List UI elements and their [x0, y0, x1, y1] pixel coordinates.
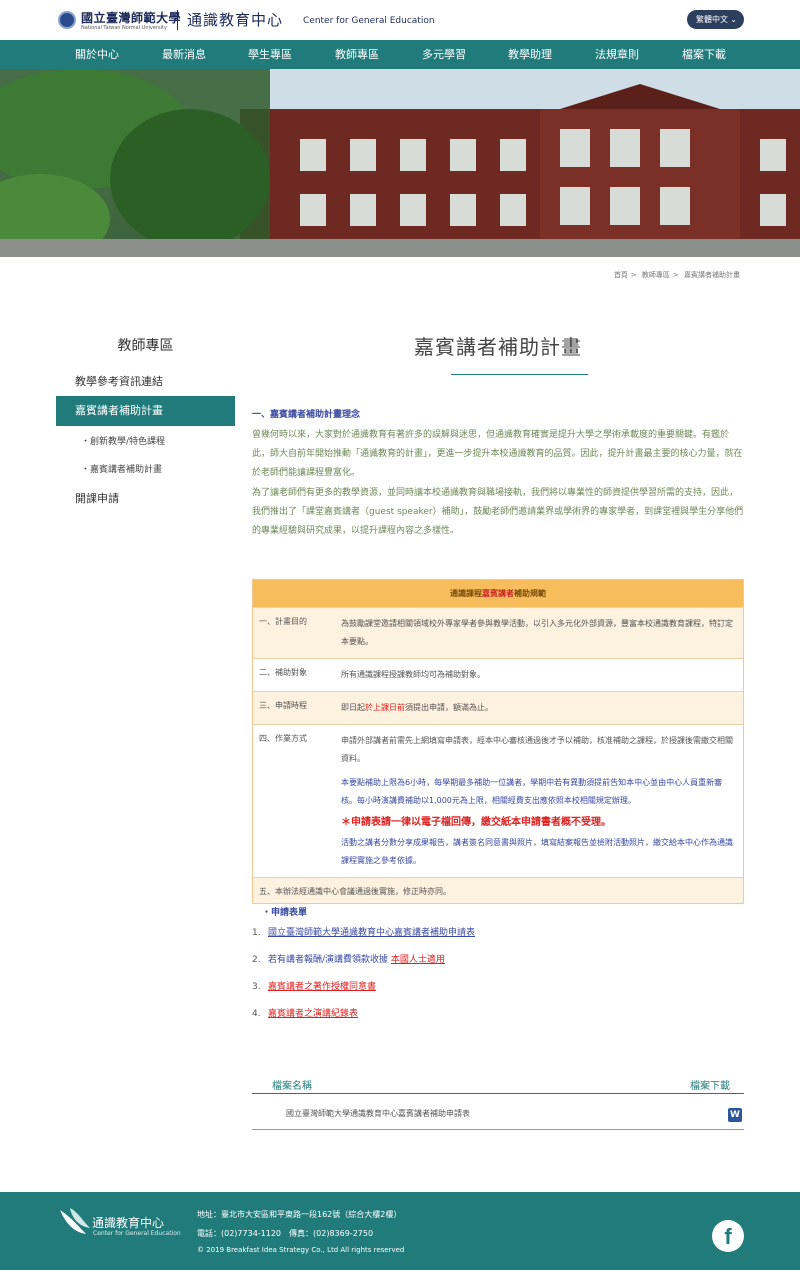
application-item: 1. 國立臺灣師範大學通識教育中心嘉賓講者補助申請表: [252, 925, 475, 938]
table-divider: [252, 1129, 744, 1130]
university-name[interactable]: 國立臺灣師範大學: [81, 9, 181, 26]
item-number: 4.: [252, 1009, 261, 1019]
footer-copyright: © 2019 Breakfast Idea Strategy Co., Ltd …: [197, 1246, 405, 1254]
language-label: 繁體中文: [696, 15, 728, 24]
logo-divider: [177, 10, 178, 30]
row-text-highlight: 於上課日前: [365, 703, 405, 712]
table-row: 五、本辦法經通識中心會議通過後實施，修正時亦同。: [253, 877, 743, 903]
subsidy-rules-table: 通識課程嘉賓講者補助規範 一、計畫目的 為鼓勵課堂邀請相關領域校外專家學者參與教…: [252, 579, 744, 904]
column-header-download: 檔案下載: [690, 1081, 730, 1092]
item-text: 若有講者報酬/演講費領款收據: [268, 955, 389, 965]
center-leaf-logo-icon[interactable]: [56, 1206, 94, 1238]
main-nav: 關於中心 最新消息 學生專區 教師專區 多元學習 教學助理 法規章則 檔案下載: [0, 40, 800, 69]
center-name[interactable]: 通識教育中心: [187, 9, 283, 30]
nav-item-about[interactable]: 關於中心: [75, 40, 119, 69]
section-heading: 一、嘉賓講者補助計畫理念: [252, 410, 361, 420]
receipt-form-link[interactable]: 本國人士適用: [391, 955, 445, 965]
site-header: 國立臺灣師範大學 National Taiwan Normal Universi…: [0, 0, 800, 40]
row-label: 一、計畫目的: [259, 617, 307, 626]
file-name: 國立臺灣師範大學通識教育中心嘉賓講者補助申請表: [286, 1109, 470, 1118]
application-item: 3. 嘉賓講者之著作授權同意書: [252, 979, 376, 992]
row-text: 申請外部講者前需先上網填寫申請表，經本中心審核通過後才予以補助，核准補助之課程，…: [341, 736, 733, 763]
row-label: 三、申請時程: [259, 701, 307, 710]
table-header-text: 補助規範: [514, 589, 546, 598]
table-header-highlight: 嘉賓講者: [482, 589, 514, 598]
copyright-consent-link[interactable]: 嘉賓講者之著作授權同意書: [268, 982, 376, 992]
breadcrumb-current: 嘉賓講者補助計畫: [684, 271, 740, 279]
row-content: 即日起於上課日前須提出申請，額滿為止。: [341, 692, 743, 724]
site-footer: 通識教育中心 Center for General Education 地址：臺…: [0, 1192, 800, 1270]
chevron-down-icon: ⌄: [730, 15, 737, 24]
row-text: 本要點補助上限為6小時，每學期最多補助一位講者，學期中若有異動須提前告知本中心並…: [341, 778, 723, 805]
word-icon[interactable]: W: [728, 1108, 742, 1122]
table-row: 一、計畫目的 為鼓勵課堂邀請相關領域校外專家學者參與教學活動，以引入多元化外部資…: [253, 607, 743, 658]
sidebar-item-course-application[interactable]: 開課申請: [56, 490, 235, 506]
page-title: 嘉賓講者補助計畫: [414, 335, 582, 359]
row-text: 即日起: [341, 703, 365, 712]
column-header-filename: 檔案名稱: [272, 1081, 312, 1092]
nav-item-students[interactable]: 學生專區: [248, 40, 292, 69]
table-header: 通識課程嘉賓講者補助規範: [253, 580, 743, 607]
sidebar-subitem-guest-speaker[interactable]: ・嘉賓講者補助計畫: [56, 462, 235, 475]
sidebar-subitem-label: 創新教學/特色課程: [90, 437, 166, 447]
nav-item-downloads[interactable]: 檔案下載: [682, 40, 726, 69]
table-row: 二、補助對象 所有通識課程授課教師均可為補助對象。: [253, 658, 743, 691]
lecture-record-link[interactable]: 嘉賓講者之演講紀錄表: [268, 1009, 358, 1019]
row-content: 所有通識課程授課教師均可為補助對象。: [341, 670, 485, 679]
row-label: 四、作業方式: [259, 734, 307, 743]
application-heading: ・申請表單: [262, 908, 308, 918]
footer-center-name: 通識教育中心: [92, 1216, 165, 1230]
intro-paragraph: 為了讓老師們有更多的教學資源，並同時讓本校通識教育與職場接軌，我們將以專業性的師…: [252, 488, 744, 536]
application-item: 4. 嘉賓講者之演講紀錄表: [252, 1006, 358, 1019]
item-number: 2.: [252, 955, 261, 965]
application-form-link[interactable]: 國立臺灣師範大學通識教育中心嘉賓講者補助申請表: [268, 928, 475, 938]
breadcrumb-teachers[interactable]: 教師專區: [642, 271, 670, 279]
footer-center-name-en: Center for General Education: [93, 1230, 181, 1237]
university-name-en: National Taiwan Normal University: [81, 25, 167, 31]
row-text: 活動之講者分數分享成果報告，講者簽名同意書與照片，填寫結案報告並檢附活動照片，繳…: [341, 838, 733, 865]
nav-item-news[interactable]: 最新消息: [162, 40, 206, 69]
breadcrumb: 首頁 > 教師專區 > 嘉賓講者補助計畫: [613, 271, 740, 279]
nav-item-learning[interactable]: 多元學習: [422, 40, 466, 69]
nav-item-regulations[interactable]: 法規章則: [595, 40, 639, 69]
row-label: 二、補助對象: [259, 668, 307, 677]
title-underline: [451, 374, 588, 375]
row-content: 申請外部講者前需先上網填寫申請表，經本中心審核通過後才予以補助，核准補助之課程，…: [341, 725, 743, 877]
language-selector[interactable]: 繁體中文 ⌄: [687, 10, 744, 29]
sidebar-title: 教師專區: [117, 338, 174, 354]
hero-banner-image: [0, 69, 800, 257]
sidebar-item-guest-speaker[interactable]: 嘉賓講者補助計畫: [56, 396, 235, 426]
item-number: 1.: [252, 928, 261, 938]
intro-paragraph: 曾幾何時以來，大家對於通識教育有著許多的誤解與迷思，但通識教育確實是提升大學之學…: [252, 430, 743, 478]
table-header-text: 通識課程: [450, 589, 482, 598]
breadcrumb-home[interactable]: 首頁: [614, 271, 628, 279]
university-seal-icon[interactable]: [58, 11, 76, 29]
facebook-icon[interactable]: f: [712, 1220, 744, 1252]
row-content: 為鼓勵課堂邀請相關領域校外專家學者參與教學活動，以引入多元化外部資源，豐富本校通…: [341, 619, 733, 646]
file-download-table: 檔案名稱 檔案下載 國立臺灣師範大學通識教育中心嘉賓講者補助申請表 W: [252, 1071, 744, 1131]
nav-item-ta[interactable]: 教學助理: [508, 40, 552, 69]
sidebar-item-resources[interactable]: 教學參考資訊連結: [56, 373, 235, 389]
application-item: 2. 若有講者報酬/演講費領款收據 本國人士適用: [252, 952, 445, 965]
footer-address: 地址：臺北市大安區和平東路一段162號（綜合大樓2樓）: [197, 1210, 402, 1219]
table-row: 四、作業方式 申請外部講者前需先上網填寫申請表，經本中心審核通過後才予以補助，核…: [253, 724, 743, 877]
table-divider: [252, 1093, 744, 1094]
table-row: 三、申請時程 即日起於上課日前須提出申請，額滿為止。: [253, 691, 743, 724]
center-name-en: Center for General Education: [303, 16, 435, 26]
footer-phone: 電話：(02)7734-1120 傳真：(02)8369-2750: [197, 1229, 374, 1238]
nav-item-teachers[interactable]: 教師專區: [335, 40, 379, 69]
row-label: 五、本辦法經通識中心會議通過後實施，修正時亦同。: [259, 887, 451, 896]
sidebar-subitem-label: 嘉賓講者補助計畫: [90, 465, 163, 475]
row-text: 須提出申請，額滿為止。: [405, 703, 493, 712]
notice-text: ＊申請表請一律以電子檔回傳，繳交紙本申請書者概不受理。: [341, 817, 611, 828]
item-number: 3.: [252, 982, 261, 992]
sidebar-subitem-innovative[interactable]: ・創新教學/特色課程: [56, 434, 235, 447]
